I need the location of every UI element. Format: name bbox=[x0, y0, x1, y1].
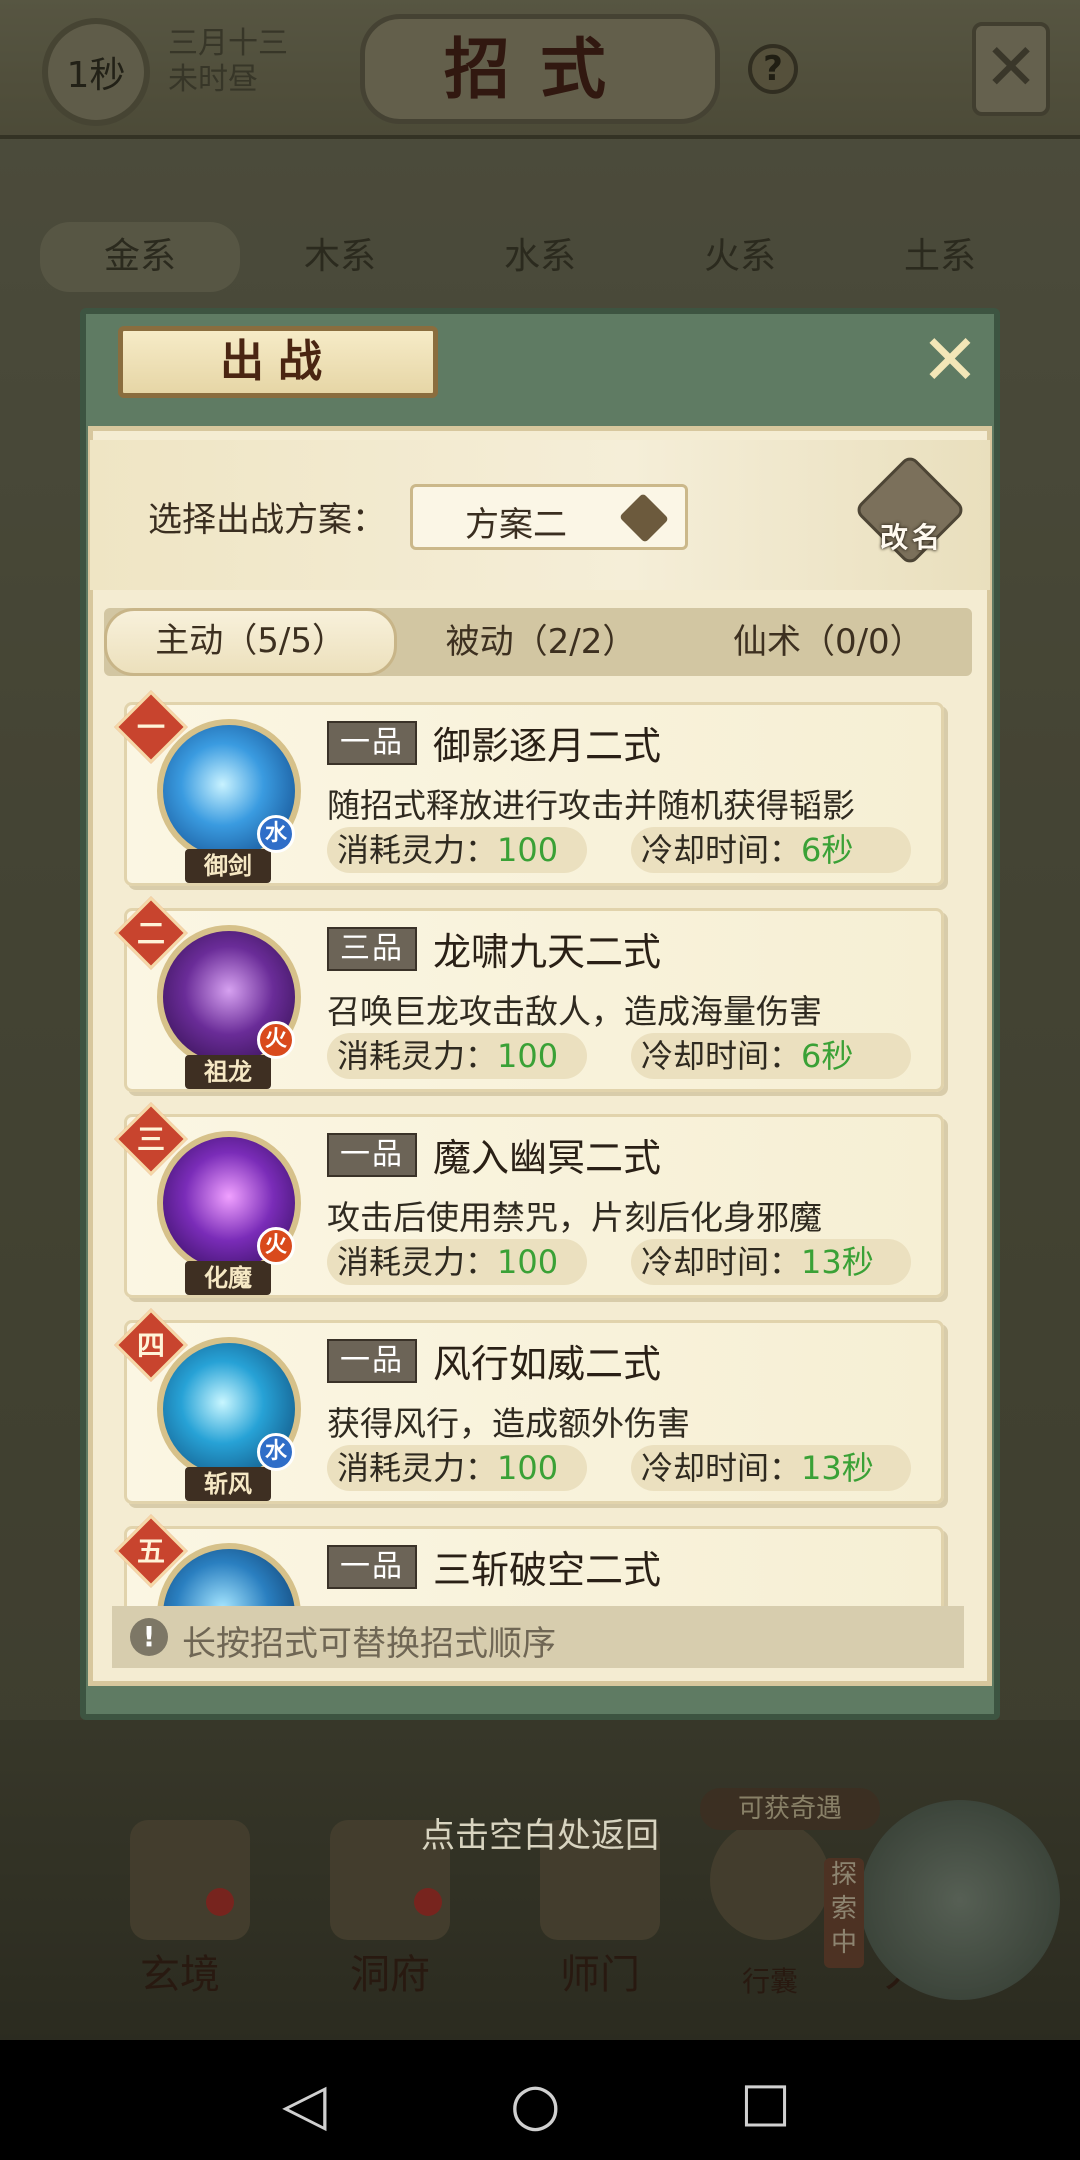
skill-icon-label: 御剑 bbox=[185, 849, 271, 883]
return-hint: 点击空白处返回 bbox=[421, 1816, 659, 1856]
tab-passive-skills[interactable]: 被动（2/2） bbox=[397, 608, 684, 676]
cooldown-label: 冷却时间： bbox=[641, 1243, 802, 1281]
skill-name: 风行如威二式 bbox=[433, 1342, 662, 1386]
cooldown-value: 6秒 bbox=[801, 831, 854, 869]
element-badge: 水 bbox=[257, 815, 295, 853]
skill-name: 龙啸九天二式 bbox=[433, 930, 662, 974]
dialog-title: 出战 bbox=[118, 326, 438, 398]
cost-pill: 消耗灵力：100 bbox=[327, 1239, 587, 1285]
cooldown-pill: 冷却时间：13秒 bbox=[631, 1445, 911, 1491]
reorder-hint: ! 长按招式可替换招式顺序 bbox=[112, 1606, 964, 1668]
skill-card[interactable]: 一 御剑 水 一品 御影逐月二式 随招式释放进行攻击并随机获得韬影 消耗灵力：1… bbox=[114, 690, 944, 886]
tab-active-skills[interactable]: 主动（5/5） bbox=[104, 608, 398, 676]
recents-icon[interactable]: □ bbox=[740, 2070, 791, 2133]
skill-card[interactable]: 四 斩风 水 一品 风行如威二式 获得风行，造成额外伤害 消耗灵力：100 冷却… bbox=[114, 1308, 944, 1504]
skill-name: 御影逐月二式 bbox=[433, 724, 662, 768]
chevron-down-icon bbox=[618, 492, 670, 544]
cost-value: 100 bbox=[497, 1037, 559, 1075]
element-badge: 火 bbox=[257, 1021, 295, 1059]
cost-label: 消耗灵力： bbox=[337, 831, 498, 869]
cooldown-value: 13秒 bbox=[801, 1243, 874, 1281]
scheme-value: 方案二 bbox=[465, 505, 567, 545]
cost-value: 100 bbox=[497, 831, 559, 869]
home-icon[interactable]: ○ bbox=[510, 2070, 561, 2138]
cost-label: 消耗灵力： bbox=[337, 1449, 498, 1487]
cooldown-label: 冷却时间： bbox=[641, 1037, 802, 1075]
skill-desc: 随招式释放进行攻击并随机获得韬影 bbox=[327, 786, 855, 825]
rank-number: 四 bbox=[136, 1329, 165, 1362]
element-badge: 水 bbox=[257, 1433, 295, 1471]
cost-pill: 消耗灵力：100 bbox=[327, 1445, 587, 1491]
rank-number: 一 bbox=[136, 711, 165, 744]
skill-name: 魔入幽冥二式 bbox=[433, 1136, 662, 1180]
back-icon[interactable]: ◁ bbox=[282, 2070, 327, 2138]
rename-label: 改名 bbox=[879, 521, 944, 554]
tab-magic-skills[interactable]: 仙术（0/0） bbox=[685, 608, 972, 676]
skill-icon-label: 祖龙 bbox=[185, 1055, 271, 1089]
scheme-label: 选择出战方案： bbox=[148, 500, 386, 540]
skill-card[interactable]: 三 化魔 火 一品 魔入幽冥二式 攻击后使用禁咒，片刻后化身邪魔 消耗灵力：10… bbox=[114, 1102, 944, 1298]
skill-desc: 攻击后使用禁咒，片刻后化身邪魔 bbox=[327, 1198, 822, 1237]
skill-card[interactable]: 二 祖龙 火 三品 龙啸九天二式 召唤巨龙攻击敌人，造成海量伤害 消耗灵力：10… bbox=[114, 896, 944, 1092]
rank-number: 三 bbox=[136, 1123, 165, 1156]
grade-badge: 三品 bbox=[327, 927, 417, 971]
skill-desc: 召唤巨龙攻击敌人，造成海量伤害 bbox=[327, 992, 822, 1031]
cost-value: 100 bbox=[497, 1449, 559, 1487]
grade-badge: 一品 bbox=[327, 721, 417, 765]
cooldown-pill: 冷却时间：6秒 bbox=[631, 827, 911, 873]
rename-button[interactable]: 改名 bbox=[853, 453, 967, 570]
rank-number: 五 bbox=[136, 1535, 165, 1568]
cooldown-pill: 冷却时间：6秒 bbox=[631, 1033, 911, 1079]
skill-desc: 获得风行，造成额外伤害 bbox=[327, 1404, 690, 1443]
close-icon[interactable]: ✕ bbox=[918, 325, 982, 395]
android-nav-bar: ◁ ○ □ bbox=[0, 2040, 1080, 2160]
hint-text: 长按招式可替换招式顺序 bbox=[182, 1624, 556, 1664]
skill-card[interactable]: 五 一品 三斩破空二式 bbox=[114, 1514, 944, 1606]
skill-icon-label: 斩风 bbox=[185, 1467, 271, 1501]
skill-type-tabs: 主动（5/5） 被动（2/2） 仙术（0/0） bbox=[104, 608, 972, 676]
cost-label: 消耗灵力： bbox=[337, 1037, 498, 1075]
cooldown-label: 冷却时间： bbox=[641, 831, 802, 869]
element-badge: 火 bbox=[257, 1227, 295, 1265]
cooldown-value: 6秒 bbox=[801, 1037, 854, 1075]
skill-name: 三斩破空二式 bbox=[433, 1548, 662, 1592]
cooldown-value: 13秒 bbox=[801, 1449, 874, 1487]
cost-value: 100 bbox=[497, 1243, 559, 1281]
rank-number: 二 bbox=[136, 917, 165, 950]
cooldown-label: 冷却时间： bbox=[641, 1449, 802, 1487]
cost-pill: 消耗灵力：100 bbox=[327, 1033, 587, 1079]
skill-icon-label: 化魔 bbox=[185, 1261, 271, 1295]
skill-list[interactable]: 一 御剑 水 一品 御影逐月二式 随招式释放进行攻击并随机获得韬影 消耗灵力：1… bbox=[104, 686, 972, 1606]
grade-badge: 一品 bbox=[327, 1133, 417, 1177]
cost-pill: 消耗灵力：100 bbox=[327, 827, 587, 873]
cost-label: 消耗灵力： bbox=[337, 1243, 498, 1281]
grade-badge: 一品 bbox=[327, 1339, 417, 1383]
grade-badge: 一品 bbox=[327, 1545, 417, 1589]
scheme-select[interactable]: 方案二 bbox=[410, 484, 688, 550]
warning-icon: ! bbox=[130, 1618, 168, 1656]
cooldown-pill: 冷却时间：13秒 bbox=[631, 1239, 911, 1285]
